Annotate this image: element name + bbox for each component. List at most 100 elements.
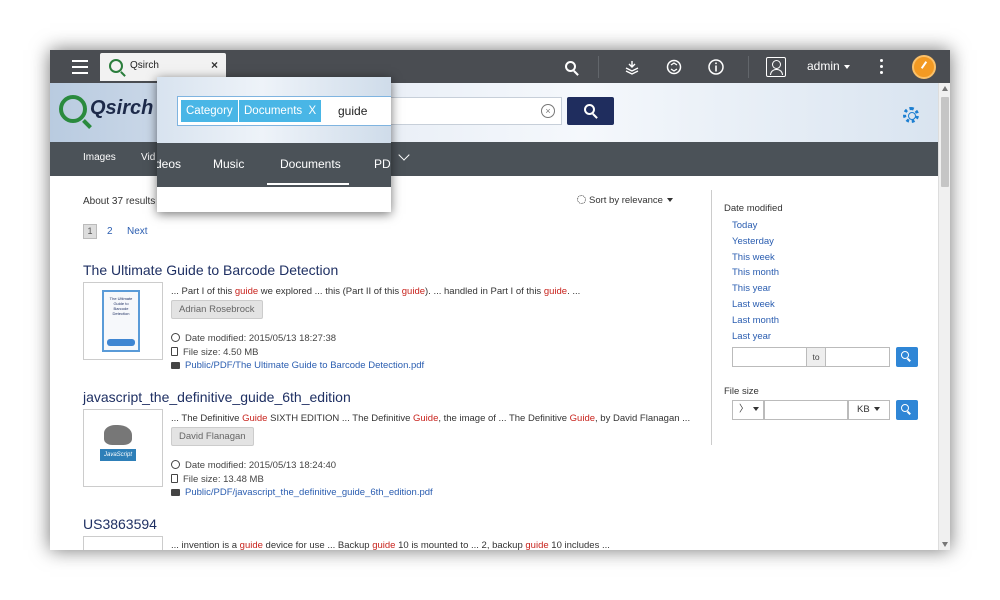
sidebar-divider: [711, 190, 712, 445]
search-icon: [584, 104, 595, 115]
file-size: File size: 4.50 MB: [171, 347, 259, 358]
folder-icon: [171, 489, 180, 496]
sort-dropdown[interactable]: Sort by relevance: [577, 195, 673, 206]
filter-today[interactable]: Today: [732, 220, 757, 231]
info-icon[interactable]: [704, 50, 728, 83]
more-vertical-icon[interactable]: [868, 50, 894, 83]
nav-tab-pdf[interactable]: PDF: [374, 157, 391, 171]
nav-tab-videos[interactable]: deos: [157, 157, 181, 171]
date-modified-filter-title: Date modified: [724, 203, 783, 214]
file-path[interactable]: Public/PDF/The Ultimate Guide to Barcode…: [171, 360, 424, 371]
page-2-link[interactable]: 2: [107, 226, 113, 237]
popup-header: Category Documents X guide: [157, 77, 391, 143]
scroll-thumb[interactable]: [941, 97, 949, 187]
file-icon: [171, 474, 178, 483]
snippet-highlight: guide: [234, 286, 259, 297]
qsirch-tab-icon: [109, 59, 123, 73]
size-filter-search-button[interactable]: [896, 400, 918, 420]
result-thumbnail[interactable]: The Ultimate Guide to Barcode Detection: [83, 282, 163, 360]
divider: [748, 56, 749, 78]
nav-tab-images[interactable]: Images: [83, 152, 116, 163]
stack-icon[interactable]: [620, 50, 644, 83]
snippet-highlight: guide: [543, 286, 568, 297]
nav-tab-videos[interactable]: Vid: [141, 152, 155, 163]
result-thumbnail[interactable]: JavaScript: [83, 409, 163, 487]
hamburger-menu-icon[interactable]: [62, 50, 98, 83]
filter-last-year[interactable]: Last year: [732, 331, 771, 342]
file-size: File size: 13.48 MB: [171, 474, 264, 485]
result-title[interactable]: javascript_the_definitive_guide_6th_edit…: [83, 389, 351, 405]
nav-tab-documents[interactable]: Documents: [280, 157, 341, 171]
search-icon[interactable]: [558, 50, 582, 83]
snippet-text: ... The Definitive: [171, 413, 243, 424]
rhino-illustration: [104, 425, 132, 445]
documents-chip-remove[interactable]: Documents X: [238, 100, 322, 122]
clock-icon: [171, 333, 180, 342]
search-query-field[interactable]: Category Documents X guide: [177, 96, 391, 126]
snippet-text: ... Part I of this: [171, 286, 235, 297]
search-button[interactable]: [567, 97, 614, 125]
file-path-text: Public/PDF/javascript_the_definitive_gui…: [185, 487, 433, 498]
search-icon: [901, 404, 909, 412]
result-item: The Ultimate Guide to Barcode Detection …: [83, 262, 703, 372]
date-filter-search-button[interactable]: [896, 347, 918, 367]
clear-search-icon[interactable]: ×: [541, 104, 555, 118]
snippet-text: we explored ... this (Part II of this: [258, 286, 402, 297]
result-item: US3863594 ... invention is a guide devic…: [83, 516, 703, 550]
author-tag[interactable]: David Flanagan: [171, 427, 254, 446]
pdf-cover: The Ultimate Guide to Barcode Detection: [102, 290, 140, 352]
snippet-highlight: Guide: [242, 413, 268, 424]
snippet-text: , the image of ... The Definitive: [438, 413, 570, 424]
user-icon[interactable]: [766, 57, 786, 77]
result-title[interactable]: US3863594: [83, 516, 157, 532]
filter-this-week[interactable]: This week: [732, 252, 775, 263]
snippet-highlight: Guide: [569, 413, 596, 424]
snippet-text: SIXTH EDITION ... The Definitive: [267, 413, 413, 424]
chevron-down-icon: [843, 65, 850, 69]
filter-yesterday[interactable]: Yesterday: [732, 236, 774, 247]
result-thumbnail[interactable]: [83, 536, 163, 550]
result-title[interactable]: The Ultimate Guide to Barcode Detection: [83, 262, 338, 278]
scrollbar[interactable]: [938, 83, 950, 550]
size-operator-select[interactable]: 〉: [732, 400, 764, 420]
next-page-link[interactable]: Next: [127, 226, 148, 237]
snippet-text: ... invention is a: [171, 540, 240, 550]
filter-last-week[interactable]: Last week: [732, 299, 775, 310]
nav-tab-music[interactable]: Music: [213, 157, 244, 171]
username-label: admin: [807, 59, 840, 73]
chevron-down-icon[interactable]: [398, 149, 410, 161]
file-icon: [171, 347, 178, 356]
file-size-text: File size: 4.50 MB: [183, 347, 259, 358]
page-1-current[interactable]: 1: [83, 224, 97, 239]
size-unit-select[interactable]: KB: [848, 400, 890, 420]
date-to-input[interactable]: [825, 347, 890, 367]
chevron-down-icon: [873, 407, 880, 411]
cover-title: The Ultimate Guide to Barcode Detection: [109, 296, 133, 316]
snippet-text: . ...: [567, 286, 581, 297]
size-value-input[interactable]: [764, 400, 848, 420]
date-modified-text: Date modified: 2015/05/13 18:27:38: [185, 333, 337, 344]
category-chip[interactable]: Category: [181, 100, 238, 122]
filter-this-year[interactable]: This year: [732, 283, 771, 294]
dashboard-gauge-icon[interactable]: [912, 55, 936, 79]
sort-icon: [577, 195, 586, 204]
search-input[interactable]: ×: [390, 97, 562, 125]
scroll-up-icon[interactable]: [942, 86, 948, 91]
result-count: About 37 results: [83, 196, 156, 207]
file-path[interactable]: Public/PDF/javascript_the_definitive_gui…: [171, 487, 433, 498]
search-query-text[interactable]: guide: [338, 104, 367, 118]
snippet-text: 10 includes ...: [548, 540, 610, 550]
sync-icon[interactable]: [662, 50, 686, 83]
scroll-down-icon[interactable]: [942, 542, 948, 547]
author-tag[interactable]: Adrian Rosebrock: [171, 300, 263, 319]
search-zoom-popup: Category Documents X guide deos Music Do…: [157, 77, 391, 212]
filter-last-month[interactable]: Last month: [732, 315, 779, 326]
filter-this-month[interactable]: This month: [732, 267, 779, 278]
date-from-input[interactable]: [732, 347, 807, 367]
snippet-text: ). ... handled in Part I of this: [425, 286, 544, 297]
result-snippet: ... Part I of this guide we explored ...…: [171, 286, 580, 297]
size-unit-value: KB: [857, 404, 870, 415]
gear-icon[interactable]: [903, 107, 919, 123]
user-menu[interactable]: admin: [807, 59, 850, 73]
tab-close-icon[interactable]: ×: [211, 58, 218, 72]
